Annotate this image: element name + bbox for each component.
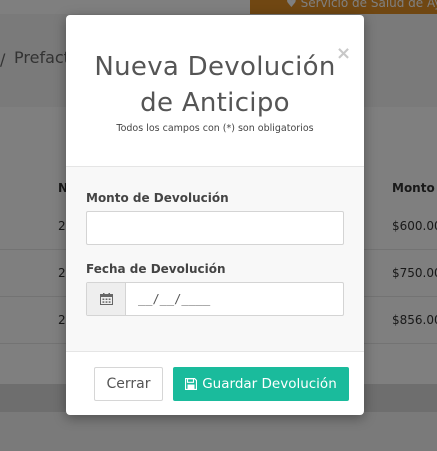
refund-modal: × Nueva Devolución de Anticipo Todos los… — [66, 15, 364, 415]
amount-input[interactable] — [86, 211, 344, 245]
date-input-group — [86, 282, 344, 316]
save-refund-button[interactable]: Guardar Devolución — [173, 367, 349, 401]
modal-title: Nueva Devolución de Anticipo — [66, 49, 364, 121]
footer-divider — [66, 351, 364, 352]
floppy-disk-icon — [185, 378, 198, 390]
modal-title-line1: Nueva Devolución — [94, 52, 336, 82]
date-label: Fecha de Devolución — [86, 262, 226, 276]
close-button-label: Cerrar — [106, 376, 151, 392]
amount-label: Monto de Devolución — [86, 191, 229, 205]
modal-title-line2: de Anticipo — [140, 88, 290, 118]
date-input[interactable] — [126, 283, 343, 315]
required-fields-note: Todos los campos con (*) son obligatorio… — [116, 123, 314, 134]
calendar-icon[interactable] — [87, 283, 126, 315]
save-button-label: Guardar Devolución — [202, 376, 337, 392]
close-button[interactable]: Cerrar — [94, 367, 163, 401]
